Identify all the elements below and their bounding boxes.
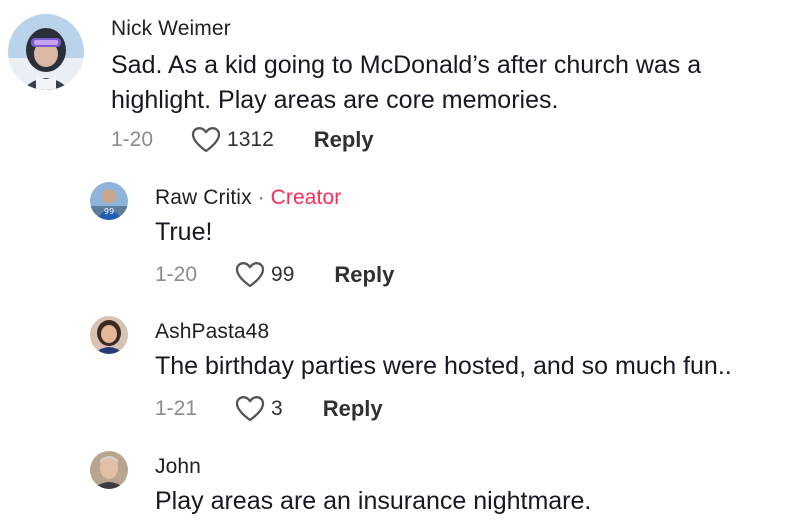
creator-badge: Creator [270, 186, 342, 209]
author-name[interactable]: John [155, 455, 201, 478]
reply-button[interactable]: Reply [314, 127, 374, 153]
reply-button[interactable]: Reply [323, 396, 383, 422]
comment-meta: 1-21 3 Reply [155, 394, 383, 424]
comment-date: 1-21 [155, 397, 198, 420]
comment-text-line: True! [155, 218, 213, 246]
like-count: 1312 [227, 128, 274, 151]
like-count: 3 [271, 397, 283, 420]
author-name[interactable]: Raw Critix [155, 186, 252, 209]
like-count: 99 [271, 263, 295, 286]
like-button[interactable]: 3 [235, 395, 283, 423]
comment-meta: 1-20 1312 Reply [111, 125, 374, 155]
comment-text-line: highlight. Play areas are core memories. [111, 86, 559, 114]
comment-text-line: The birthday parties were hosted, and so… [155, 352, 732, 380]
like-button[interactable]: 99 [235, 261, 294, 289]
avatar[interactable]: 99 [90, 182, 128, 220]
avatar[interactable] [90, 316, 128, 354]
comment-author[interactable]: AshPasta48 [155, 320, 269, 344]
comment-author[interactable]: Raw Critix · Creator [155, 186, 341, 210]
comment-date: 1-20 [155, 263, 198, 286]
avatar[interactable] [8, 14, 84, 90]
comment-author[interactable]: John [155, 455, 201, 479]
author-separator: · [257, 186, 271, 209]
heart-outline-icon [235, 395, 265, 423]
reply-button[interactable]: Reply [334, 262, 394, 288]
comment-date: 1-20 [111, 128, 154, 151]
comment-text-line: Play areas are an insurance nightmare. [155, 487, 592, 515]
author-name[interactable]: AshPasta48 [155, 320, 269, 343]
svg-text:99: 99 [104, 207, 114, 216]
avatar[interactable] [90, 451, 128, 489]
heart-outline-icon [191, 126, 221, 154]
heart-outline-icon [235, 261, 265, 289]
author-name[interactable]: Nick Weimer [111, 17, 231, 40]
comment-meta: 1-20 99 Reply [155, 260, 394, 290]
like-button[interactable]: 1312 [191, 126, 274, 154]
comment-text-line: Sad. As a kid going to McDonald’s after … [111, 51, 702, 79]
comment-author[interactable]: Nick Weimer [111, 17, 231, 41]
